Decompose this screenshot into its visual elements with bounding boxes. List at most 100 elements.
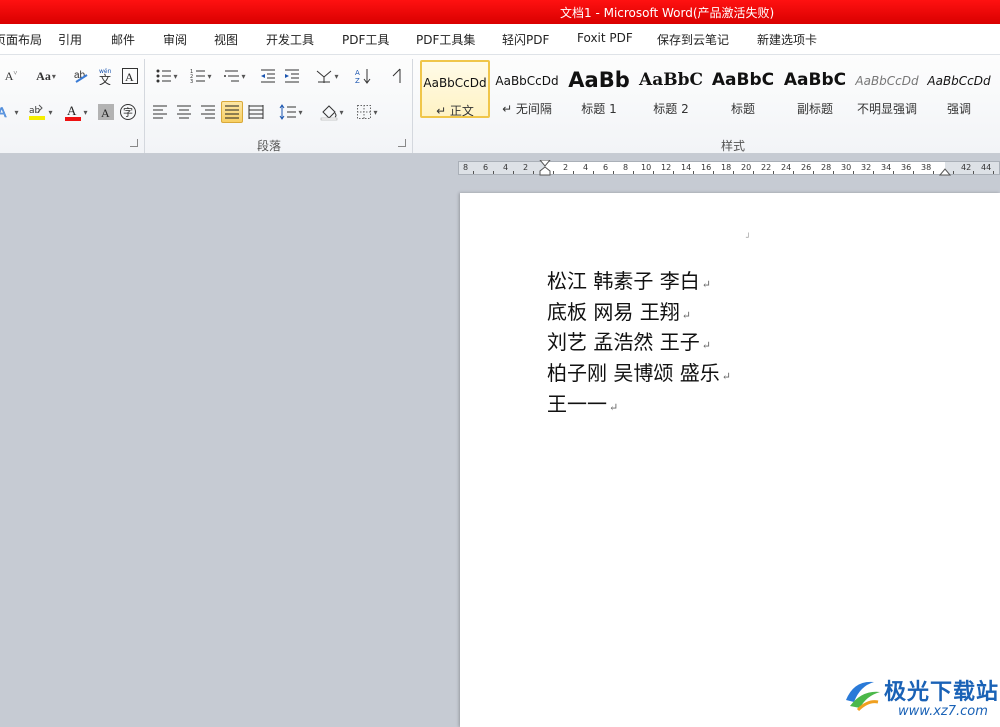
paragraph-dialog-launcher-icon[interactable] [398, 139, 406, 147]
increase-indent-button[interactable] [282, 65, 302, 87]
text-effects-button[interactable]: A ▾ [0, 101, 20, 123]
ruler-tick [753, 171, 754, 174]
style-subtitle[interactable]: AaBbC 副标题 [780, 60, 850, 118]
ruler-label: 2 [563, 163, 569, 172]
style-sample: AaBbCcDd [495, 74, 559, 88]
tab-review[interactable]: 审阅 [163, 31, 187, 48]
ruler-label: 6 [483, 163, 489, 172]
change-case-button[interactable]: Aa ▾ [32, 65, 60, 87]
justify-button[interactable] [221, 101, 243, 123]
font-dialog-launcher-icon[interactable] [130, 139, 138, 147]
multilevel-list-icon [224, 70, 240, 82]
styles-group-label: 样式 [721, 139, 746, 153]
style-sample: AaBbC [639, 70, 703, 90]
ruler-tick [873, 171, 874, 174]
horizontal-ruler[interactable]: 8 6 4 2 2 4 6 8 10 12 14 16 18 20 22 24 26 28 30 32 34 36 38 42… [458, 160, 1000, 176]
highlighter-icon: ab [29, 104, 46, 120]
ruler-tick [673, 171, 674, 174]
change-case-icon: Aa [36, 68, 51, 83]
line-text: 柏子刚 吴博颂 盛乐 [547, 361, 720, 385]
line-spacing-button[interactable]: ▾ [276, 101, 306, 123]
character-border-button[interactable]: A [120, 65, 140, 87]
svg-text:A: A [67, 103, 77, 118]
clear-formatting-icon: ab [74, 70, 88, 83]
watermark-url: www.xz7.com [898, 704, 988, 719]
character-shading-button[interactable]: A [96, 101, 116, 123]
enclose-characters-button[interactable]: 字 [118, 101, 138, 123]
distributed-button[interactable] [246, 101, 266, 123]
bullets-button[interactable]: ▾ [152, 65, 182, 87]
document-line[interactable]: 松江 韩素子 李白 ↵ [547, 265, 711, 294]
paragraph-mark: ↵ [701, 339, 711, 352]
font-color-button[interactable]: A ▾ [60, 101, 92, 123]
style-heading-1[interactable]: AaBb 标题 1 [564, 60, 634, 118]
numbering-button[interactable]: 1 2 3 ▾ [186, 65, 216, 87]
increase-indent-icon [285, 69, 299, 83]
text-highlight-button[interactable]: ab ▾ [24, 101, 56, 123]
shading-button[interactable]: ▾ [316, 101, 348, 123]
document-line[interactable]: 刘艺 孟浩然 王子 ↵ [547, 326, 711, 355]
bullets-icon [156, 69, 172, 83]
document-line[interactable]: 底板 网易 王翔 ↵ [547, 296, 691, 325]
tab-lightpdf[interactable]: 轻闪PDF [502, 31, 549, 48]
ribbon: A˅ Aa ▾ ab wén 文 A A ▾ ab ▾ A ▾ A 字 ▾ 1 2 3 ▾ ▾ [0, 54, 1000, 154]
style-subtle-emphasis[interactable]: AaBbCcDd 不明显强调 [852, 60, 922, 118]
svg-text:A: A [125, 70, 134, 84]
right-indent-marker-icon[interactable] [939, 164, 951, 176]
align-center-button[interactable] [174, 101, 194, 123]
style-name: 标题 1 [581, 102, 617, 116]
tab-developer[interactable]: 开发工具 [266, 31, 314, 48]
ruler-tick [913, 171, 914, 174]
sort-button[interactable]: AZ [352, 65, 374, 87]
character-shading-icon: A [98, 104, 114, 120]
clear-formatting-button[interactable]: ab [72, 65, 92, 87]
distributed-icon [248, 105, 264, 119]
font-color-icon: A [65, 103, 82, 121]
document-line[interactable]: 王一一 ↵ [547, 388, 618, 417]
tab-pdf-tools[interactable]: PDF工具 [342, 31, 389, 48]
paragraph-mark: ↵ [681, 309, 691, 322]
sort-icon: AZ [355, 69, 371, 85]
style-no-spacing[interactable]: AaBbCcDd ↵ 无间隔 [492, 60, 562, 118]
chinese-layout-button[interactable]: ▾ [312, 65, 342, 87]
decrease-indent-button[interactable] [258, 65, 278, 87]
tab-view[interactable]: 视图 [214, 31, 238, 48]
ruler-tick [833, 171, 834, 174]
style-name: 副标题 [796, 102, 833, 116]
multilevel-list-button[interactable]: ▾ [220, 65, 250, 87]
tab-mailings[interactable]: 邮件 [111, 31, 135, 48]
numbering-icon: 123 [190, 69, 206, 84]
title-bar: 文档1 - Microsoft Word(产品激活失败) [0, 0, 1000, 24]
ruler-label: 34 [881, 163, 892, 172]
align-right-button[interactable] [198, 101, 218, 123]
ruler-tick [593, 171, 594, 174]
borders-button[interactable]: ▾ [352, 101, 382, 123]
show-hide-marks-button[interactable] [388, 65, 406, 87]
ruler-label: 16 [701, 163, 712, 172]
ruler-label: 18 [721, 163, 732, 172]
style-sample: AaBb [568, 68, 630, 92]
svg-text:3: 3 [190, 79, 193, 84]
document-page[interactable]: ┘ 松江 韩素子 李白 ↵ 底板 网易 王翔 ↵ 刘艺 孟浩然 王子 ↵ 柏子刚 吴博… [460, 193, 1000, 727]
chevron-down-icon: ▾ [83, 107, 88, 117]
align-left-button[interactable] [150, 101, 170, 123]
tab-foxit-pdf[interactable]: Foxit PDF [577, 31, 633, 45]
line-spacing-icon [280, 104, 297, 120]
phonetic-guide-button[interactable]: wén 文 [96, 65, 116, 87]
tab-page-layout[interactable]: 页面布局 [0, 31, 42, 48]
ruler-tick [773, 171, 774, 174]
tab-references[interactable]: 引用 [58, 31, 82, 48]
paragraph-mark-icon [392, 68, 401, 83]
tab-save-to-cloud-note[interactable]: 保存到云笔记 [657, 31, 729, 48]
document-line[interactable]: 柏子刚 吴博颂 盛乐 ↵ [547, 357, 731, 386]
tab-new-tab[interactable]: 新建选项卡 [757, 31, 817, 48]
style-sample: AaBbCcDd [855, 74, 919, 88]
tab-pdf-toolset[interactable]: PDF工具集 [416, 31, 475, 48]
style-title[interactable]: AaBbC 标题 [708, 60, 778, 118]
ruler-label: 12 [661, 163, 672, 172]
style-emphasis[interactable]: AaBbCcDd 强调 [924, 60, 994, 118]
first-line-indent-marker-icon[interactable] [539, 160, 551, 176]
style-heading-2[interactable]: AaBbC 标题 2 [636, 60, 706, 118]
shrink-font-button[interactable]: A˅ [2, 65, 20, 87]
style-normal[interactable]: AaBbCcDd ↵ 正文 [420, 60, 490, 118]
